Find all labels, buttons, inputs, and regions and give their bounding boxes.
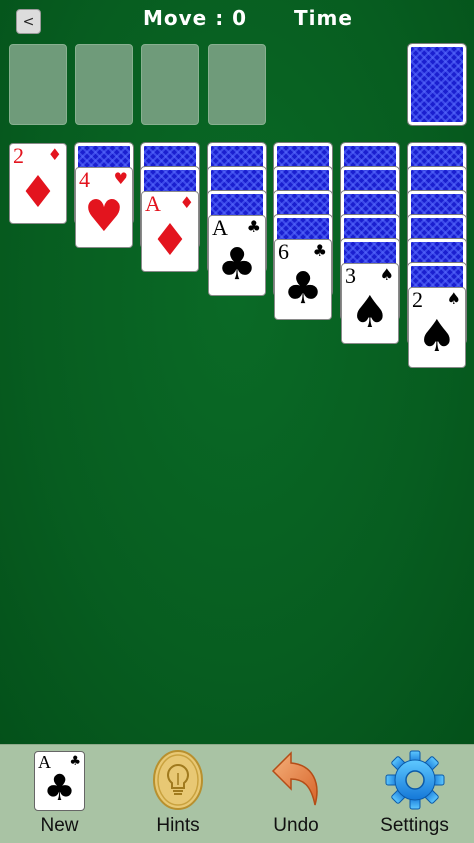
foundation-slot-3[interactable] [141,44,199,125]
undo-label: Undo [273,815,319,836]
move-counter: Move : 0 [143,6,248,30]
card-rank: 6 [278,239,289,264]
card-suit-large: ♠ [417,311,457,362]
card-rank: 4 [79,167,90,192]
tableau-card[interactable]: 2 ♦ ♦ [9,143,67,224]
card-suit-large: ♦ [18,167,58,218]
card-rank: 2 [13,143,24,168]
hints-button[interactable]: Hints [119,745,237,843]
card-suit-small: ♦ [179,193,194,212]
settings-button[interactable]: Settings [355,745,474,843]
card-ace-clubs-icon: A ♣ ♣ [34,751,85,811]
gear-icon [385,750,445,810]
tableau-card[interactable]: A ♣ ♣ [208,215,266,296]
card-suit-large: ♣ [283,263,323,314]
card-suit-small: ♦ [47,145,62,164]
card-suit-small: ♣ [246,217,261,236]
card-suit-large: ♣ [217,239,257,290]
card-suit-small: ♥ [113,169,128,188]
card-rank: 3 [345,263,356,288]
bottom-toolbar: A ♣ ♣ New Hints Undo Settings [0,744,474,843]
stock-pile[interactable] [407,43,467,126]
foundation-slot-1[interactable] [9,44,67,125]
foundation-slot-2[interactable] [75,44,133,125]
tableau-card[interactable]: 2 ♠ ♠ [408,287,466,368]
new-game-button[interactable]: A ♣ ♣ New [0,745,119,843]
tableau-card[interactable]: 4 ♥ ♥ [75,167,133,248]
settings-label: Settings [380,815,449,836]
new-label: New [40,815,79,836]
card-suit-small: ♣ [312,241,327,260]
foundation-slot-4[interactable] [208,44,266,125]
card-suit-small: ♠ [446,289,461,308]
card-suit-large: ♥ [84,191,124,242]
card-suit-large: ♦ [150,215,190,266]
tableau-card[interactable]: 6 ♣ ♣ [274,239,332,320]
time-label: Time [294,6,353,30]
lightbulb-icon [153,750,203,810]
card-rank: A [212,215,228,240]
back-button[interactable]: < [16,9,41,34]
tableau-card[interactable]: 3 ♠ ♠ [341,263,399,344]
undo-arrow-icon [271,751,318,806]
card-suit-small: ♠ [379,265,394,284]
undo-button[interactable]: Undo [237,745,355,843]
card-rank: A [145,191,161,216]
hints-label: Hints [156,815,200,836]
card-suit-large: ♠ [350,287,390,338]
tableau-card[interactable]: A ♦ ♦ [141,191,199,272]
new-icon-suit-large: ♣ [43,768,76,809]
new-icon-suit: ♣ [69,754,81,769]
card-rank: 2 [412,287,423,312]
